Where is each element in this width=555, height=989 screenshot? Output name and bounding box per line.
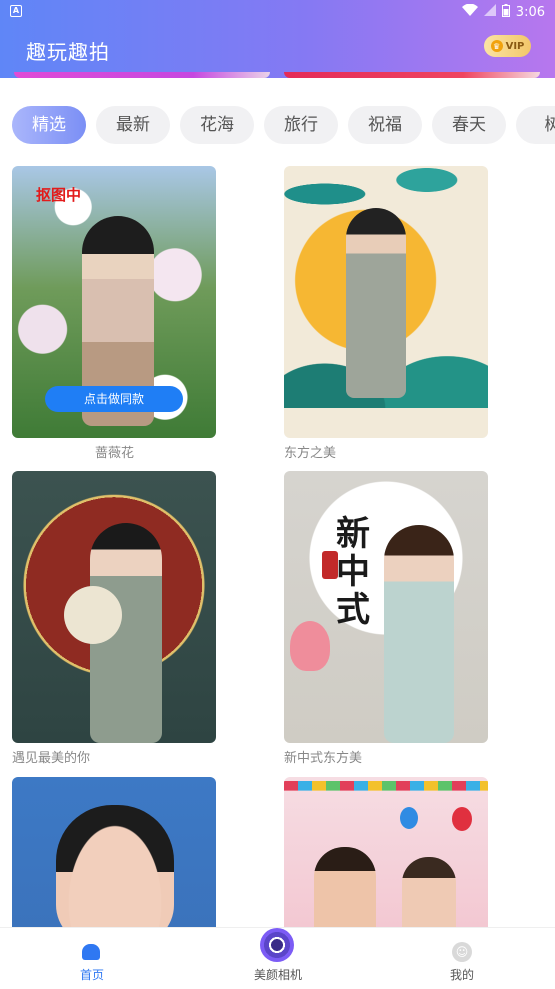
- template-card-portrait[interactable]: [12, 777, 216, 927]
- template-card-beautiful-you[interactable]: [12, 471, 216, 743]
- nav-label: 美颜相机: [253, 968, 302, 982]
- balloon-icon: [452, 807, 472, 831]
- template-card-rose[interactable]: 抠图中 点击做同款: [12, 166, 216, 438]
- tab-blessing[interactable]: 祝福: [348, 106, 422, 144]
- camera-icon: [260, 928, 294, 962]
- card-photo: [346, 208, 406, 398]
- banner-right[interactable]: [284, 72, 540, 78]
- template-card-party[interactable]: [284, 777, 488, 927]
- tab-flowers[interactable]: 花海: [180, 106, 254, 144]
- template-card-oriental[interactable]: [284, 166, 488, 438]
- card-caption: 蔷薇花: [95, 446, 135, 461]
- card-photo: [56, 805, 174, 927]
- balloon-icon: [400, 807, 418, 829]
- card-art-text: 新中式: [336, 514, 370, 630]
- nav-label: 首页: [79, 968, 104, 982]
- card-caption: 东方之美: [284, 446, 337, 461]
- status-icons: 3:06: [461, 3, 545, 21]
- tab-tree[interactable]: 树: [516, 106, 555, 144]
- nav-label: 我的: [449, 968, 474, 982]
- template-card-new-chinese[interactable]: 新中式: [284, 471, 488, 743]
- app-header: A 3:06 趣玩趣拍 ♛ VIP: [0, 0, 555, 78]
- card-photo: [402, 857, 456, 927]
- tab-latest[interactable]: 最新: [96, 106, 170, 144]
- tab-featured[interactable]: 精选: [12, 106, 86, 144]
- make-same-button[interactable]: 点击做同款: [45, 386, 183, 412]
- notification-icon: A: [10, 5, 22, 17]
- clock: 3:06: [515, 4, 545, 20]
- card-artwork: [290, 621, 330, 671]
- signal-icon: [483, 4, 496, 20]
- crown-icon: ♛: [490, 40, 503, 52]
- nav-camera[interactable]: 美颜相机: [252, 928, 304, 989]
- nav-me[interactable]: ☺ 我的: [440, 928, 484, 989]
- card-photo: [314, 847, 376, 927]
- battery-icon: [501, 3, 510, 21]
- vip-button[interactable]: ♛ VIP: [484, 35, 531, 57]
- tab-spring[interactable]: 春天: [432, 106, 506, 144]
- processing-label: 抠图中: [36, 186, 82, 204]
- status-bar: A 3:06: [0, 0, 555, 26]
- bottom-nav: 首页 美颜相机 ☺ 我的: [0, 927, 555, 989]
- card-artwork: [64, 586, 122, 644]
- wifi-icon: [461, 3, 478, 20]
- card-caption: 遇见最美的你: [12, 751, 91, 766]
- seal-stamp: [322, 551, 338, 579]
- card-photo: [384, 525, 454, 743]
- category-tabs: 精选 最新 花海 旅行 祝福 春天树: [12, 106, 555, 144]
- profile-icon: ☺: [452, 942, 472, 962]
- home-icon: [82, 944, 100, 960]
- card-artwork: [284, 781, 488, 791]
- nav-home[interactable]: 首页: [70, 928, 114, 989]
- banner-left[interactable]: [14, 72, 270, 78]
- card-caption: 新中式东方美: [284, 751, 363, 766]
- app-title: 趣玩趣拍: [26, 40, 110, 64]
- vip-label: VIP: [505, 40, 525, 52]
- tab-travel[interactable]: 旅行: [264, 106, 338, 144]
